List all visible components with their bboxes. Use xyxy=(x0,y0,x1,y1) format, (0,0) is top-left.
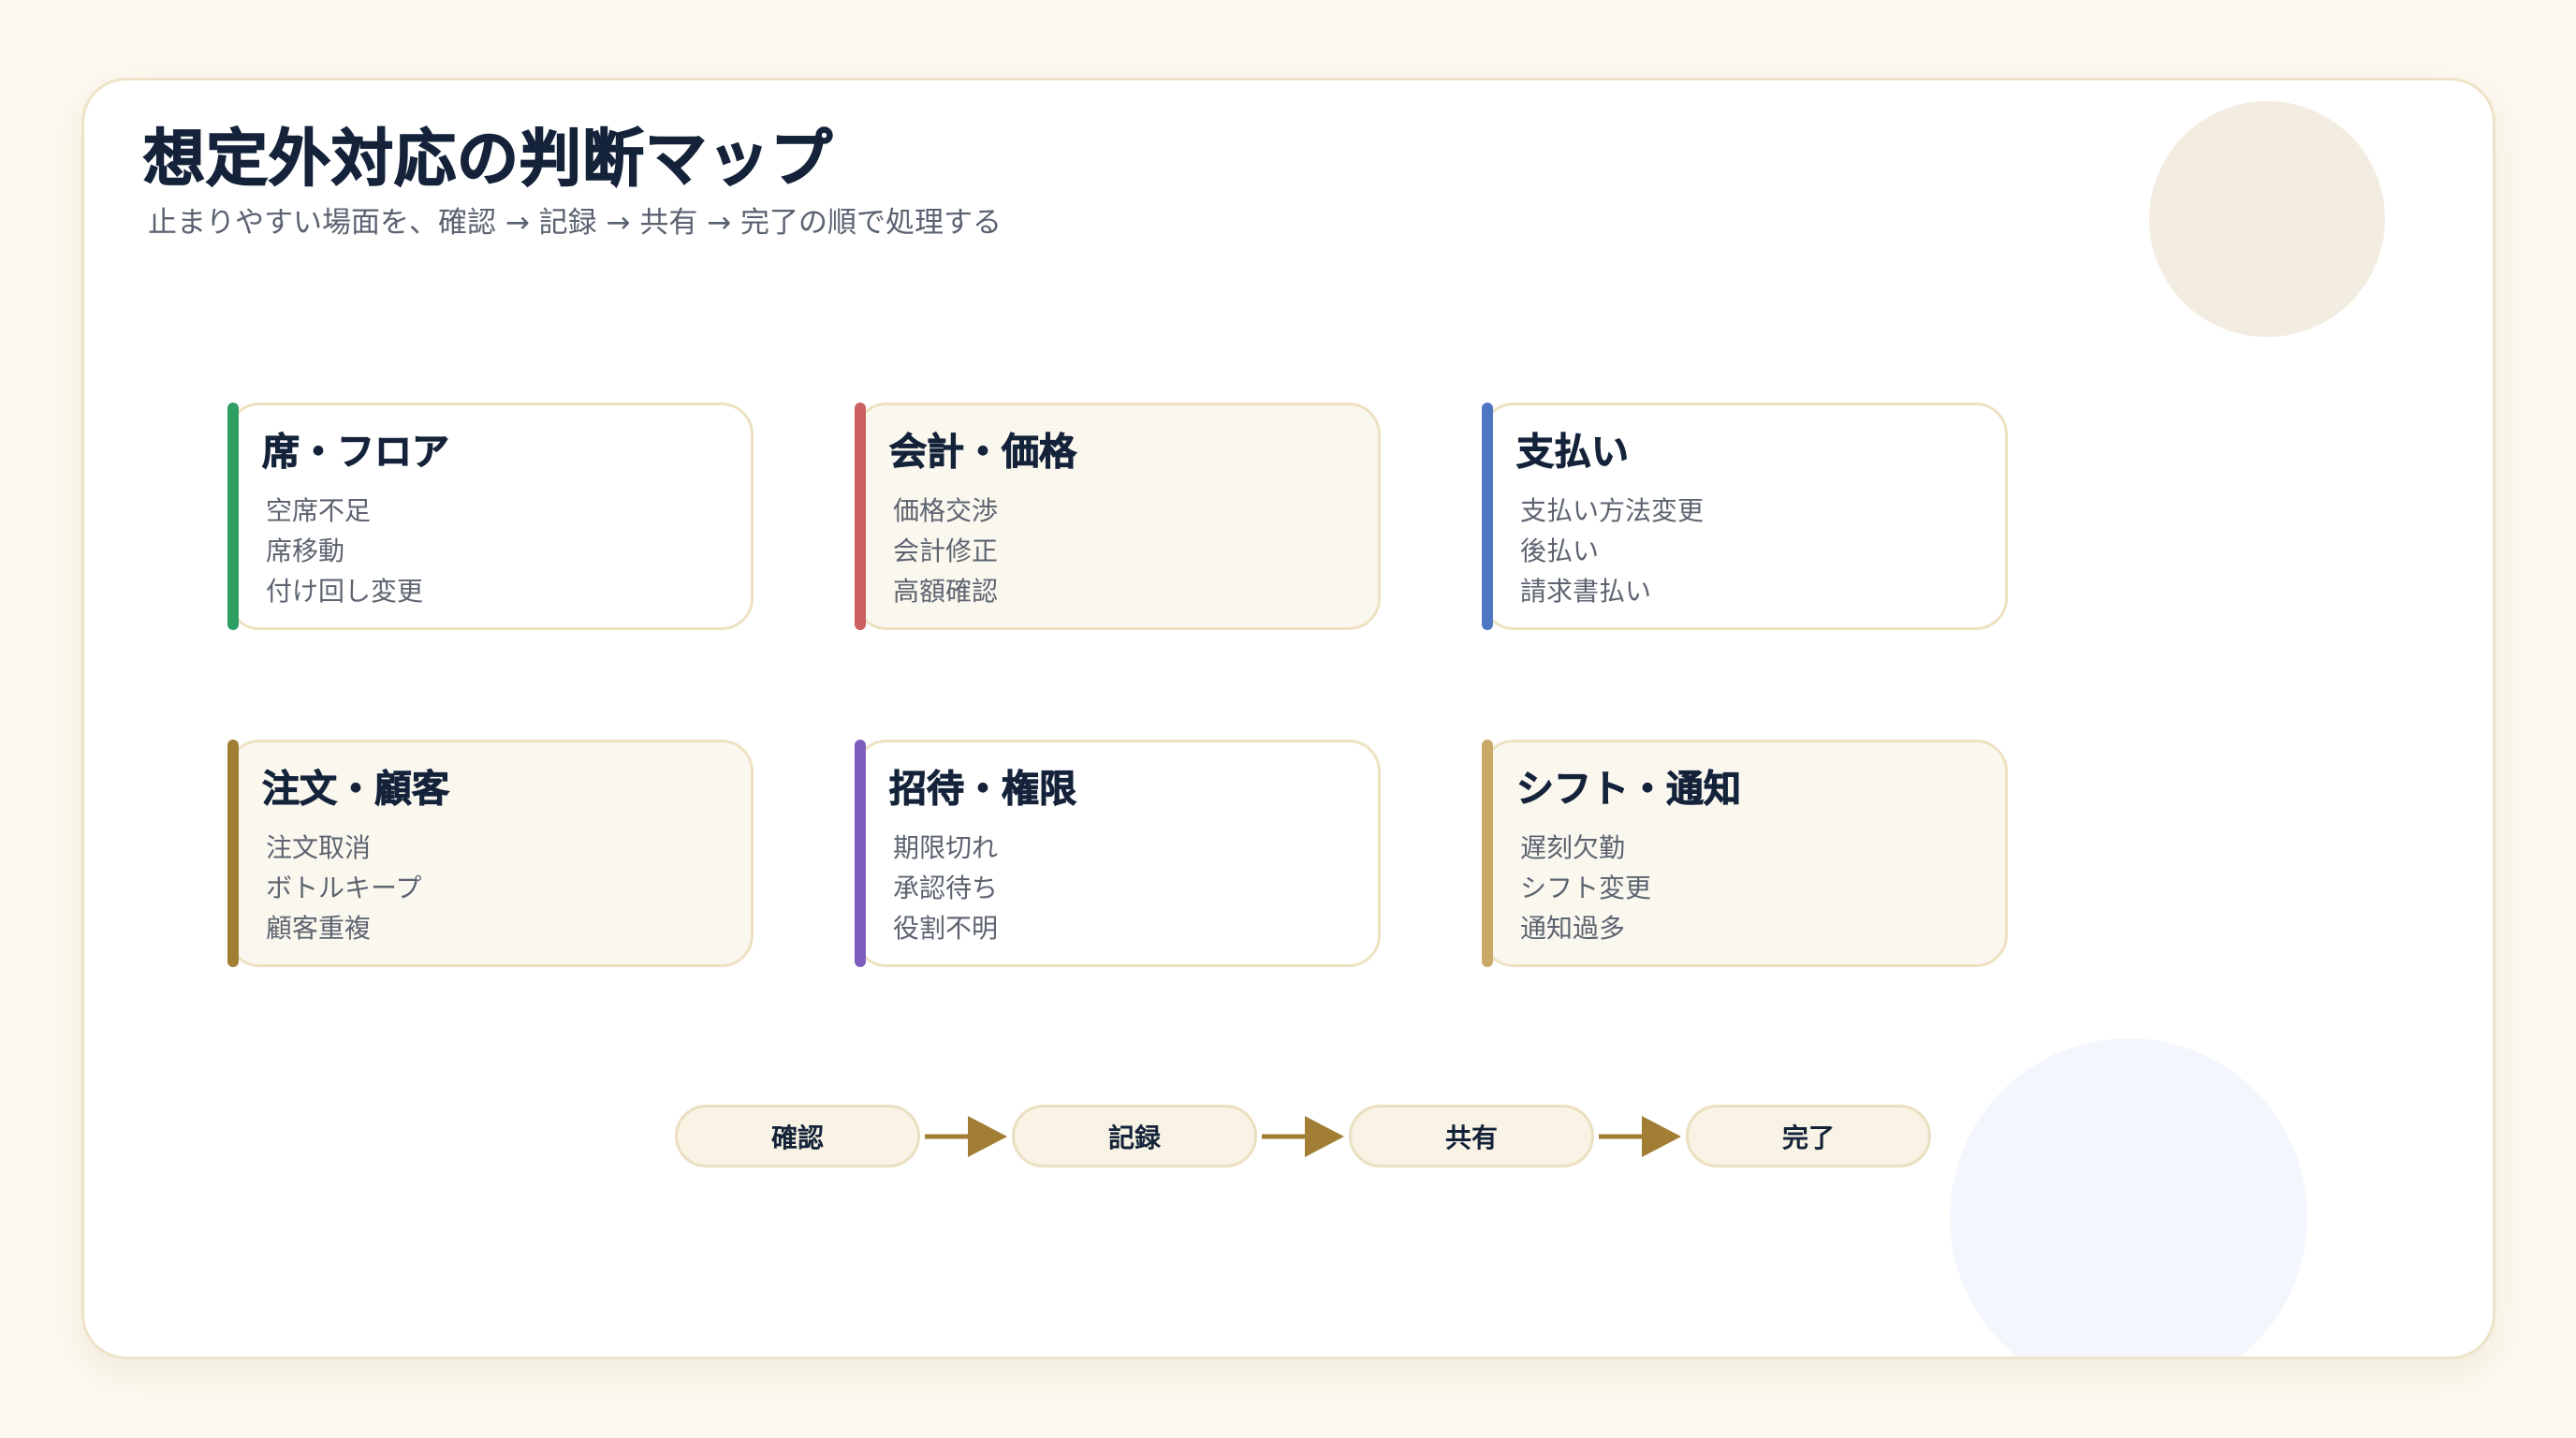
flow-step-share: 共有 xyxy=(1349,1105,1594,1167)
card-item: 高額確認 xyxy=(893,576,999,607)
card-item-list: 価格交渉 会計修正 高額確認 xyxy=(893,491,998,611)
card-item-list: 注文取消 ボトルキープ 顧客重複 xyxy=(266,828,421,948)
map-panel: 想定外対応の判断マップ 止まりやすい場面を、確認 → 記録 → 共有 → 完了の… xyxy=(81,78,2496,1359)
card-accent-bar xyxy=(855,403,866,630)
card-item: 空席不足 xyxy=(266,495,372,526)
card-title: 会計・価格 xyxy=(889,431,1077,475)
flow-step-confirm: 確認 xyxy=(675,1105,920,1167)
card-item: 顧客重複 xyxy=(266,913,372,944)
card-item: 承認待ち xyxy=(893,873,999,903)
card-item: 後払い xyxy=(1520,536,1600,566)
decorative-circle-top xyxy=(2149,101,2385,337)
card-title: シフト・通知 xyxy=(1516,768,1742,812)
card-order-customer: 注文・顧客 注文取消 ボトルキープ 顧客重複 xyxy=(227,740,754,967)
card-accent-bar xyxy=(855,740,866,967)
flow-step-record: 記録 xyxy=(1012,1105,1257,1167)
card-accent-bar xyxy=(1482,740,1493,967)
card-item-list: 支払い方法変更 後払い 請求書払い xyxy=(1520,491,1704,611)
card-billing-price: 会計・価格 価格交渉 会計修正 高額確認 xyxy=(855,403,1381,630)
card-accent-bar xyxy=(1482,403,1493,630)
flow-step-complete: 完了 xyxy=(1686,1105,1931,1167)
card-item: 会計修正 xyxy=(893,536,999,566)
card-title: 支払い xyxy=(1516,431,1630,475)
card-title: 招待・権限 xyxy=(889,768,1077,812)
card-seat-floor: 席・フロア 空席不足 席移動 付け回し変更 xyxy=(227,403,754,630)
arrow-right-icon xyxy=(1599,1116,1681,1157)
card-item: 注文取消 xyxy=(266,832,372,863)
arrow-right-icon xyxy=(925,1116,1007,1157)
decorative-circle-bottom xyxy=(1950,1038,2307,1357)
card-item: 遅刻欠勤 xyxy=(1520,832,1626,863)
card-shift-notification: シフト・通知 遅刻欠勤 シフト変更 通知過多 xyxy=(1482,740,2008,967)
card-item-list: 空席不足 席移動 付け回し変更 xyxy=(266,491,423,611)
card-item: 価格交渉 xyxy=(893,495,999,526)
card-item: 付け回し変更 xyxy=(266,576,424,607)
card-item: シフト変更 xyxy=(1520,873,1652,903)
card-item-list: 期限切れ 承認待ち 役割不明 xyxy=(893,828,998,948)
arrow-right-icon xyxy=(1262,1116,1344,1157)
card-accent-bar xyxy=(227,403,239,630)
card-invite-permission: 招待・権限 期限切れ 承認待ち 役割不明 xyxy=(855,740,1381,967)
card-item: 請求書払い xyxy=(1520,576,1652,607)
card-accent-bar xyxy=(227,740,239,967)
card-item: 期限切れ xyxy=(893,832,999,863)
card-title: 席・フロア xyxy=(262,431,450,475)
card-payment: 支払い 支払い方法変更 後払い 請求書払い xyxy=(1482,403,2008,630)
card-item: 通知過多 xyxy=(1520,913,1626,944)
page-title: 想定外対応の判断マップ xyxy=(142,122,833,196)
card-item: 席移動 xyxy=(266,536,345,566)
page-subtitle: 止まりやすい場面を、確認 → 記録 → 共有 → 完了の順で処理する xyxy=(148,206,1003,240)
card-item: 支払い方法変更 xyxy=(1520,495,1705,526)
card-item: ボトルキープ xyxy=(266,873,422,903)
card-item-list: 遅刻欠勤 シフト変更 通知過多 xyxy=(1520,828,1651,948)
card-title: 注文・顧客 xyxy=(262,768,450,812)
card-item: 役割不明 xyxy=(893,913,999,944)
